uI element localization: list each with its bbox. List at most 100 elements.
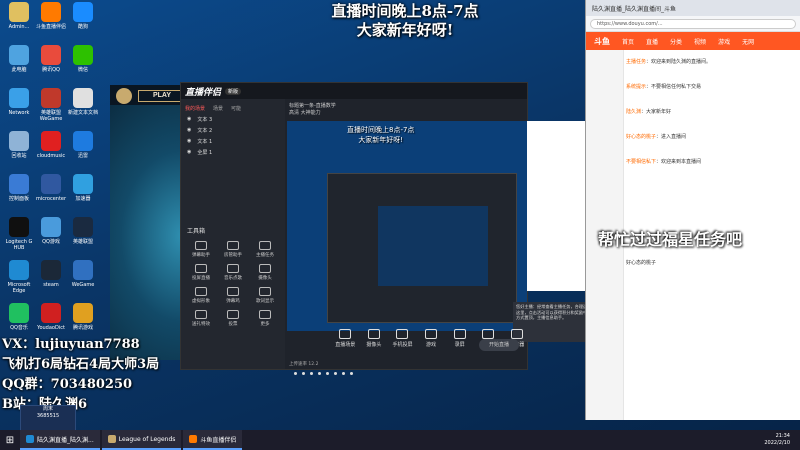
desktop-icon[interactable]: 迅雷: [66, 131, 100, 159]
desktop-icon[interactable]: 英雄联盟WeGame: [34, 88, 68, 122]
taskbar-item-streamer[interactable]: 斗鱼直播伴侣: [183, 430, 243, 450]
desktop-icon[interactable]: 此电脑: [2, 45, 36, 73]
windows-start-icon[interactable]: ⊞: [0, 430, 20, 450]
desktop-icon[interactable]: 酷狗: [66, 2, 100, 30]
stream-title[interactable]: 标题第一条-直播数学: [289, 102, 523, 109]
desktop-icon[interactable]: Logitech G HUB: [2, 217, 36, 251]
desktop-icon[interactable]: microcenter: [34, 174, 68, 202]
desktop-icon[interactable]: cloudmusic: [34, 131, 68, 159]
browser-tab[interactable]: 陆久渊直播_陆久渊直播间_斗鱼: [586, 0, 800, 16]
desktop-icon[interactable]: 腾讯游戏: [66, 303, 100, 331]
desktop-icon[interactable]: YoudaoDict: [34, 303, 68, 331]
start-stream-button[interactable]: 开始直播: [479, 339, 519, 351]
nav-live[interactable]: 直播: [646, 37, 658, 46]
stream-preview[interactable]: 直播时间晚上8点-7点 大家新年好呀!: [287, 121, 527, 331]
desktop-icon[interactable]: Microsoft Edge: [2, 260, 36, 294]
nav-more[interactable]: 无网: [742, 37, 754, 46]
tool-item[interactable]: 投票: [217, 310, 249, 327]
desktop-icon[interactable]: QQ音乐: [2, 303, 36, 331]
chat-user[interactable]: 不要相信私下: [626, 159, 656, 165]
layer-item[interactable]: ◉ 文本 3: [181, 114, 285, 125]
chat-user[interactable]: 主播任务: [626, 59, 646, 65]
tool-item[interactable]: 更多: [249, 310, 281, 327]
dot[interactable]: [310, 372, 313, 375]
preview-title-line1: 直播时间晚上8点-7点: [347, 126, 415, 134]
tool-item[interactable]: 房管助手: [217, 241, 249, 258]
bottom-tool-button[interactable]: 摄像头: [364, 327, 385, 357]
desktop-icon[interactable]: 微信: [66, 45, 100, 73]
dot[interactable]: [342, 372, 345, 375]
nav-category[interactable]: 分类: [670, 37, 682, 46]
tool-label: 虚拟形象: [192, 299, 210, 304]
desktop-icon[interactable]: 新建文本文档: [66, 88, 100, 116]
desktop-icon[interactable]: 斗鱼直播伴侣: [34, 2, 68, 30]
streaming-app-window[interactable]: 直播伴侣 新版 我的场景 场景 可能 ◉ 文本 3 ◉ 文本 2 ◉ 文本 1 ◉ 全屏…: [180, 82, 631, 370]
url-field[interactable]: https://www.douyu.com/...: [590, 19, 796, 29]
bottom-tool-button[interactable]: 手机投屏: [392, 327, 413, 357]
tool-item[interactable]: 送礼特效: [185, 310, 217, 327]
desktop-icon[interactable]: 腾讯QQ: [34, 45, 68, 73]
desktop-icon[interactable]: 加速器: [66, 174, 100, 202]
desktop-icon[interactable]: WeGame: [66, 260, 100, 288]
douyu-logo-icon[interactable]: 斗鱼: [594, 36, 610, 47]
app-icon: [41, 303, 61, 323]
tool-item[interactable]: 虚拟形象: [185, 287, 217, 304]
bottom-tool-button[interactable]: 录屏: [449, 327, 470, 357]
layer-label: 文本 2: [197, 128, 213, 134]
bottom-tool-button[interactable]: 直播场景: [335, 327, 356, 357]
tab-scene[interactable]: 场景: [213, 105, 223, 112]
desktop-icon[interactable]: 英雄联盟: [66, 217, 100, 245]
tab-my-scene[interactable]: 我的场景: [185, 105, 205, 112]
desktop-icon[interactable]: 控制面板: [2, 174, 36, 202]
nav-home[interactable]: 首页: [622, 37, 634, 46]
desktop-icon[interactable]: Network: [2, 88, 36, 116]
bottom-tool-icon: [425, 329, 438, 339]
nav-video[interactable]: 视频: [694, 37, 706, 46]
chat-user[interactable]: 系统提示: [626, 84, 646, 90]
desktop-icon[interactable]: QQ游戏: [34, 217, 68, 245]
tool-icon: [195, 287, 207, 296]
layer-item[interactable]: ◉ 文本 2: [181, 125, 285, 136]
taskbar-item-browser[interactable]: 陆久渊直播_陆久渊...: [20, 430, 100, 450]
nav-game[interactable]: 游戏: [718, 37, 730, 46]
bottom-tool-icon: [396, 329, 409, 339]
chat-user[interactable]: 陆久渊: [626, 109, 641, 115]
dot[interactable]: [302, 372, 305, 375]
dot[interactable]: [294, 372, 297, 375]
clock[interactable]: 21:34 2022/2/10: [764, 433, 800, 447]
tool-item[interactable]: 主播任务: [249, 241, 281, 258]
taskbar-label: 斗鱼直播伴侣: [200, 436, 237, 444]
desktop-icon-label: Admin...: [8, 24, 30, 30]
eye-icon[interactable]: ◉: [187, 149, 191, 156]
tab-possible[interactable]: 可能: [231, 105, 241, 112]
tool-item[interactable]: 弹幕鸡: [217, 287, 249, 304]
cam-line1: 周末: [42, 406, 53, 412]
app-icon: [73, 45, 93, 65]
taskbar-item-lol[interactable]: League of Legends: [101, 430, 182, 450]
desktop-icon[interactable]: Admin...: [2, 2, 36, 30]
tool-item[interactable]: 摄像头: [249, 264, 281, 281]
layer-item[interactable]: ◉ 全屏 1: [181, 147, 285, 158]
tool-item[interactable]: 弹幕助手: [185, 241, 217, 258]
dot[interactable]: [326, 372, 329, 375]
tool-icon: [227, 287, 239, 296]
chat-bottom-user[interactable]: 好心态的桃子: [626, 258, 800, 269]
play-button[interactable]: PLAY: [138, 90, 186, 102]
desktop-icon[interactable]: 回收站: [2, 131, 36, 159]
tool-item[interactable]: 投屏直播: [185, 264, 217, 281]
dot[interactable]: [350, 372, 353, 375]
layer-item[interactable]: ◉ 文本 1: [181, 136, 285, 147]
tool-item[interactable]: 音乐点歌: [217, 264, 249, 281]
stream-quality[interactable]: 高清 大神能力: [289, 109, 523, 116]
desktop-icon[interactable]: steam: [34, 260, 68, 288]
chat-user[interactable]: 好心态的桃子: [626, 134, 656, 140]
eye-icon[interactable]: ◉: [187, 127, 191, 134]
bottom-tool-button[interactable]: 游戏: [421, 327, 442, 357]
browser-window[interactable]: 陆久渊直播_陆久渊直播间_斗鱼 https://www.douyu.com/..…: [585, 0, 800, 420]
desktop-icon-label: 加速器: [75, 196, 91, 202]
dot[interactable]: [318, 372, 321, 375]
eye-icon[interactable]: ◉: [187, 138, 191, 145]
eye-icon[interactable]: ◉: [187, 116, 191, 123]
dot[interactable]: [334, 372, 337, 375]
tool-item[interactable]: 歌词显示: [249, 287, 281, 304]
